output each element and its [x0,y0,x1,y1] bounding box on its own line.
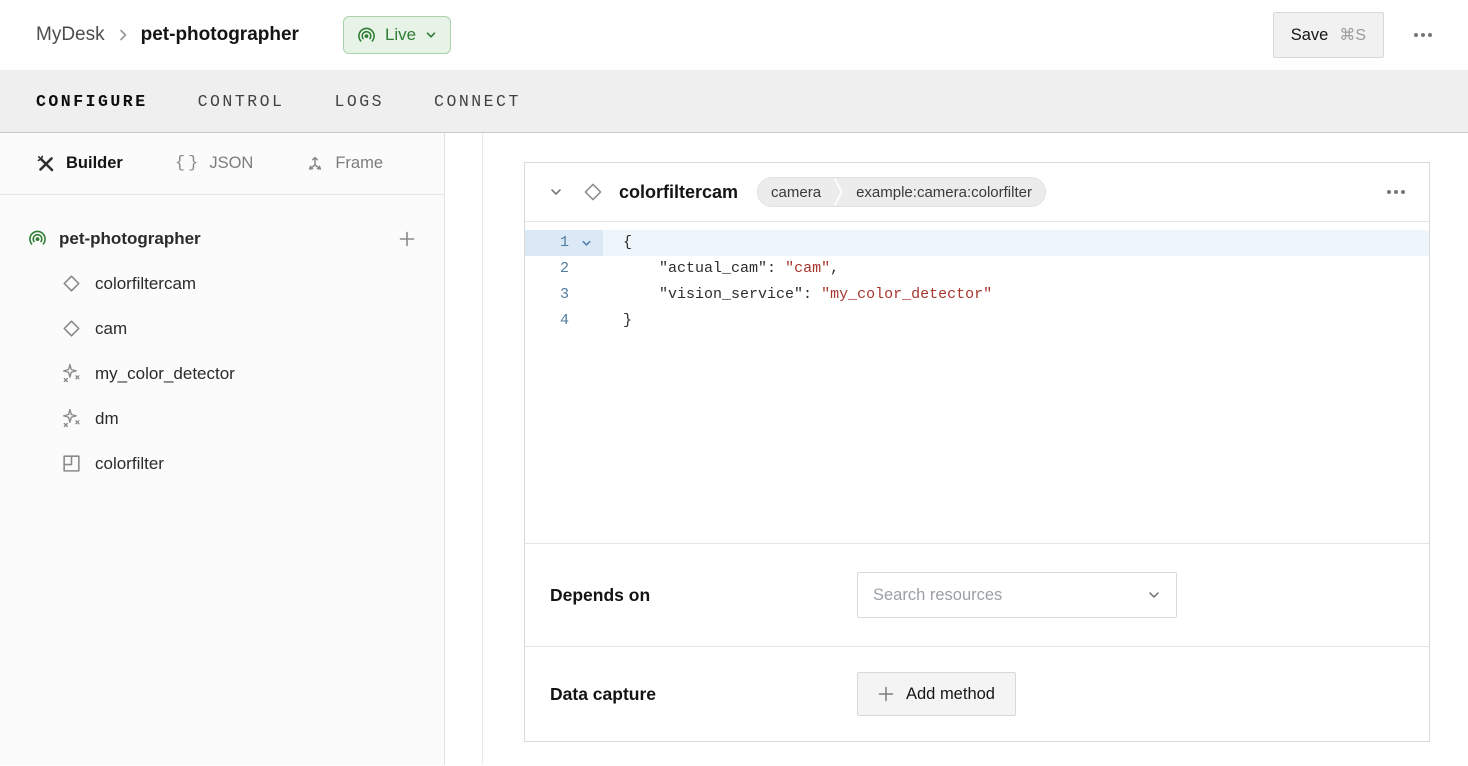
panel-divider [482,133,483,765]
service-sparkle-icon [61,363,82,384]
component-diamond-icon [582,181,604,203]
code-line-content[interactable]: "actual_cam": "cam", [603,256,1429,282]
braces-icon: { } [175,154,199,173]
data-capture-label: Data capture [550,684,857,705]
breadcrumb-root[interactable]: MyDesk [36,24,105,46]
data-capture-section: Data capture Add method [525,646,1429,741]
resource-type-badge: camera example:camera:colorfilter [757,177,1046,207]
fold-spacer [569,282,603,308]
sidebar-mode-bar: Builder { } JSON Frame [0,133,444,195]
chevron-right-icon [117,28,129,42]
resource-card-colorfiltercam: colorfiltercam camera example:camera:col… [524,162,1430,742]
line-number: 1 [525,230,569,256]
resource-overflow-menu-icon[interactable] [1385,184,1407,200]
mode-builder-label: Builder [66,154,123,173]
add-resource-button[interactable] [398,230,416,248]
tree-row-machine[interactable]: pet-photographer [0,216,444,261]
primary-tab-bar: CONFIGURE CONTROL LOGS CONNECT [0,70,1468,133]
module-icon [61,453,82,474]
tree-row-dm[interactable]: dm [0,396,444,441]
tab-connect[interactable]: CONNECT [434,92,521,111]
add-method-label: Add method [906,685,995,704]
tree-row-cam[interactable]: cam [0,306,444,351]
resource-tree: pet-photographer colorfiltercam cam [0,195,444,486]
chevron-down-icon [425,29,437,41]
editor-line-3[interactable]: 3 "vision_service": "my_color_detector" [525,282,1429,308]
tree-item-label: my_color_detector [95,364,235,384]
depends-on-label: Depends on [550,585,857,606]
config-main-panel: colorfiltercam camera example:camera:col… [445,133,1468,765]
component-diamond-icon [61,273,82,294]
tree-row-colorfiltercam[interactable]: colorfiltercam [0,261,444,306]
frame-axes-icon [305,154,325,174]
mode-json-label: JSON [209,154,253,173]
fold-spacer [569,308,603,334]
plus-icon [878,686,894,702]
line-number: 2 [525,256,569,282]
resource-card-header: colorfiltercam camera example:camera:col… [525,163,1429,222]
tab-logs[interactable]: LOGS [334,92,384,111]
save-button[interactable]: Save ⌘S [1273,12,1384,58]
tree-row-my-color-detector[interactable]: my_color_detector [0,351,444,396]
line-number: 3 [525,282,569,308]
tab-control[interactable]: CONTROL [198,92,285,111]
editor-line-1[interactable]: 1{ [525,230,1429,256]
line-number: 4 [525,308,569,334]
breadcrumb-current: pet-photographer [141,24,299,46]
tree-item-label: cam [95,319,127,339]
fold-chevron-icon[interactable] [569,230,603,256]
editor-line-2[interactable]: 2 "actual_cam": "cam", [525,256,1429,282]
service-sparkle-icon [61,408,82,429]
machine-status-label: Live [385,25,416,45]
machine-live-icon [28,229,47,248]
badge-type: camera [758,184,834,201]
add-method-button[interactable]: Add method [857,672,1016,716]
save-button-label: Save [1291,26,1329,45]
broadcast-icon [357,26,376,45]
resource-title: colorfiltercam [619,182,738,203]
collapse-chevron-icon[interactable] [549,185,563,199]
mode-builder[interactable]: Builder [36,154,123,174]
mode-json[interactable]: { } JSON [175,154,253,173]
app-header: MyDesk pet-photographer Live Save ⌘S [0,0,1468,70]
badge-model: example:camera:colorfilter [843,184,1045,201]
fold-spacer [569,256,603,282]
tree-row-colorfilter[interactable]: colorfilter [0,441,444,486]
code-line-content[interactable]: { [603,230,1429,256]
code-line-content[interactable]: } [603,308,1429,334]
chevron-down-icon [1147,588,1161,602]
component-diamond-icon [61,318,82,339]
depends-on-select[interactable]: Search resources [857,572,1177,618]
tree-item-label: colorfiltercam [95,274,196,294]
mode-frame-label: Frame [335,154,383,173]
tree-item-label: colorfilter [95,454,164,474]
depends-on-section: Depends on Search resources [525,543,1429,646]
tree-item-label: dm [95,409,119,429]
save-shortcut-hint: ⌘S [1339,25,1366,45]
mode-frame[interactable]: Frame [305,154,383,174]
json-attributes-editor[interactable]: 1{2 "actual_cam": "cam",3 "vision_servic… [525,222,1429,543]
tab-configure[interactable]: CONFIGURE [36,92,148,111]
header-overflow-menu-icon[interactable] [1412,27,1434,43]
machine-status-dropdown[interactable]: Live [343,16,451,54]
tree-machine-label: pet-photographer [59,229,201,249]
depends-on-placeholder: Search resources [873,586,1002,605]
badge-divider-icon [834,177,843,207]
config-sidebar: Builder { } JSON Frame [0,133,445,765]
tools-icon [36,154,56,174]
editor-line-4[interactable]: 4} [525,308,1429,334]
code-line-content[interactable]: "vision_service": "my_color_detector" [603,282,1429,308]
